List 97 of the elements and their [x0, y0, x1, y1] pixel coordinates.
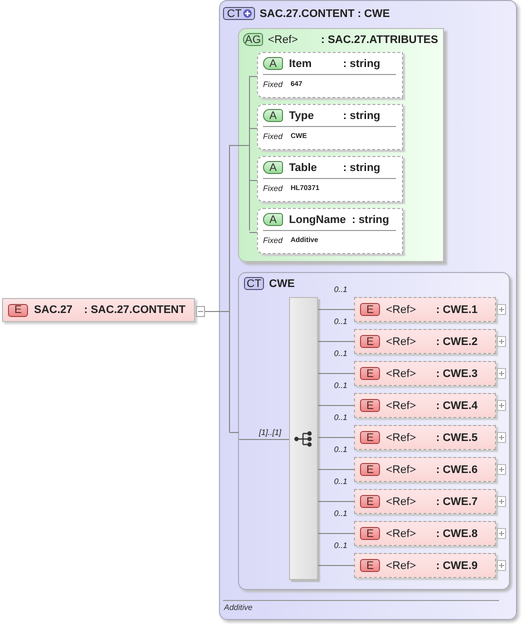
attribute-name: Type: [289, 110, 315, 122]
element-badge: E: [360, 559, 380, 572]
occurrence-label: 0..1: [334, 413, 348, 422]
attribute-name: Table: [289, 162, 318, 174]
ref-label: <Ref>: [386, 368, 417, 380]
occurrence-label: 0..1: [334, 317, 348, 326]
expand-icon[interactable]: [497, 560, 506, 571]
fixed-label: Fixed: [263, 184, 283, 193]
element-badge: E: [360, 367, 380, 380]
occurrence-label: 0..1: [334, 381, 348, 390]
expand-icon[interactable]: [497, 368, 506, 379]
complex-type-title: CWE: [269, 278, 295, 290]
plus-icon: [242, 9, 252, 18]
element-badge: E: [360, 431, 380, 444]
element-node[interactable]: E <Ref> : CWE.6: [354, 457, 496, 482]
attribute-type: : string: [343, 58, 380, 70]
ref-label: <Ref>: [386, 304, 417, 316]
occurrence-label: 0..1: [334, 477, 348, 486]
ref-label: <Ref>: [386, 528, 417, 540]
occurrence-label: [1]..[1]: [259, 428, 282, 437]
connector-line: [318, 437, 354, 438]
element-type: : CWE.5: [436, 432, 478, 444]
expand-icon[interactable]: [497, 464, 506, 475]
attribute-type: : string: [343, 110, 380, 122]
collapse-icon[interactable]: [196, 306, 205, 317]
element-type: : CWE.1: [436, 304, 478, 316]
element-node[interactable]: E <Ref> : CWE.3: [354, 361, 496, 386]
fixed-label: Fixed: [263, 132, 283, 141]
occurrence-label: 0..1: [334, 349, 348, 358]
occurrence-label: 0..1: [334, 509, 348, 518]
attribute-badge: A: [263, 57, 283, 70]
element-node[interactable]: E <Ref> : CWE.5: [354, 425, 496, 450]
expand-icon[interactable]: [497, 336, 506, 347]
expand-icon[interactable]: [497, 528, 506, 539]
connector-line: [318, 533, 354, 534]
element-type: : CWE.7: [436, 496, 478, 508]
occurrence-label: 0..1: [334, 445, 348, 454]
attribute-group-badge: AG: [243, 33, 263, 46]
connector-line: [318, 405, 354, 406]
element-node[interactable]: E <Ref> : CWE.7: [354, 489, 496, 514]
connector-line: [318, 501, 354, 502]
expand-icon[interactable]: [497, 400, 506, 411]
element-type: : CWE.9: [436, 560, 478, 572]
connector-line: [318, 373, 354, 374]
element-type: : CWE.3: [436, 368, 478, 380]
ref-label: <Ref>: [386, 464, 417, 476]
ref-label: <Ref>: [386, 496, 417, 508]
occurrence-label: 0..1: [334, 285, 348, 294]
expand-icon[interactable]: [497, 496, 506, 507]
fixed-label: Fixed: [263, 80, 283, 89]
element-badge: E: [8, 304, 28, 316]
ref-label: <Ref>: [268, 34, 298, 46]
element-type: : CWE.8: [436, 528, 478, 540]
element-node[interactable]: E <Ref> : CWE.1: [354, 297, 496, 322]
connector-line: [318, 341, 354, 342]
ref-label: <Ref>: [386, 336, 417, 348]
expand-icon[interactable]: [497, 432, 506, 443]
element-node[interactable]: E <Ref> : CWE.2: [354, 329, 496, 354]
attribute-name: Item: [289, 58, 313, 70]
element-badge: E: [360, 463, 380, 476]
ref-label: <Ref>: [386, 432, 417, 444]
attribute-badge: A: [263, 161, 283, 174]
attribute-type: : string: [352, 214, 390, 226]
element-type: : SAC.27.CONTENT: [84, 304, 186, 316]
documentation-text: Additive: [224, 603, 252, 612]
element-badge: E: [360, 495, 380, 508]
element-type: : CWE.6: [436, 464, 478, 476]
connector-line: [318, 565, 354, 566]
element-type: : CWE.4: [436, 400, 478, 412]
ref-label: <Ref>: [386, 400, 417, 412]
connector-line: [238, 439, 290, 440]
complex-type-badge: CT: [223, 7, 255, 20]
element-badge: E: [360, 527, 380, 540]
fixed-label: Fixed: [263, 236, 283, 245]
element-node[interactable]: E <Ref> : CWE.8: [354, 521, 496, 546]
attribute-group-type: : SAC.27.ATTRIBUTES: [320, 34, 438, 46]
element-badge: E: [360, 335, 380, 348]
occurrence-label: 0..1: [334, 541, 348, 550]
element-node[interactable]: E SAC.27 : SAC.27.CONTENT: [2, 298, 195, 322]
expand-icon[interactable]: [497, 304, 506, 315]
element-type: : CWE.2: [436, 336, 478, 348]
attribute-name: LongName: [289, 214, 346, 226]
element-node[interactable]: E <Ref> : CWE.9: [354, 553, 496, 578]
connector-line: [318, 309, 354, 310]
sequence-bar[interactable]: [289, 297, 318, 580]
complex-type-title: SAC.27.CONTENT : CWE: [260, 8, 390, 20]
element-name: SAC.27: [34, 304, 74, 316]
element-badge: E: [360, 303, 380, 316]
attribute-badge: A: [263, 213, 283, 226]
complex-type-badge: CT: [244, 277, 264, 290]
element-node[interactable]: E <Ref> : CWE.4: [354, 393, 496, 418]
element-badge: E: [360, 399, 380, 412]
connector-line: [318, 469, 354, 470]
attribute-type: : string: [343, 162, 380, 174]
sequence-icon: [294, 430, 313, 446]
attribute-badge: A: [263, 109, 283, 122]
ref-label: <Ref>: [386, 560, 417, 572]
